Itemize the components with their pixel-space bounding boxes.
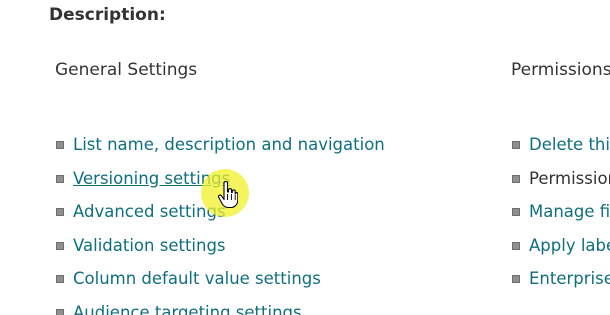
enterprise-link[interactable]: Enterprise — [529, 268, 610, 290]
bullet-icon — [56, 208, 64, 216]
bullet-icon — [512, 208, 520, 216]
list-name-description-navigation-link[interactable]: List name, description and navigation — [73, 134, 385, 156]
validation-settings-link[interactable]: Validation settings — [73, 235, 226, 257]
description-label: Description: — [49, 5, 166, 25]
permissions-heading: Permissions — [511, 60, 610, 80]
hand-pointer-icon — [218, 181, 238, 209]
bullet-icon — [512, 241, 520, 250]
library-settings-page: Description: General Settings Permission… — [0, 0, 610, 315]
bullet-icon — [56, 241, 64, 250]
bullet-icon — [56, 308, 64, 315]
bullet-icon — [512, 141, 520, 149]
bullet-icon — [512, 174, 520, 183]
bullet-icon — [512, 275, 520, 283]
apply-label-link[interactable]: Apply labe — [529, 235, 610, 257]
general-settings-heading: General Settings — [55, 60, 198, 80]
audience-targeting-settings-link[interactable]: Audience targeting settings — [73, 302, 302, 315]
delete-this-link[interactable]: Delete this — [529, 134, 610, 156]
advanced-settings-link[interactable]: Advanced settings — [73, 201, 226, 223]
permission-text: Permission — [529, 168, 610, 188]
column-default-value-settings-link[interactable]: Column default value settings — [73, 268, 321, 290]
manage-files-link[interactable]: Manage fil — [529, 201, 610, 223]
bullet-icon — [56, 141, 64, 149]
bullet-icon — [56, 275, 64, 283]
bullet-icon — [56, 174, 64, 183]
